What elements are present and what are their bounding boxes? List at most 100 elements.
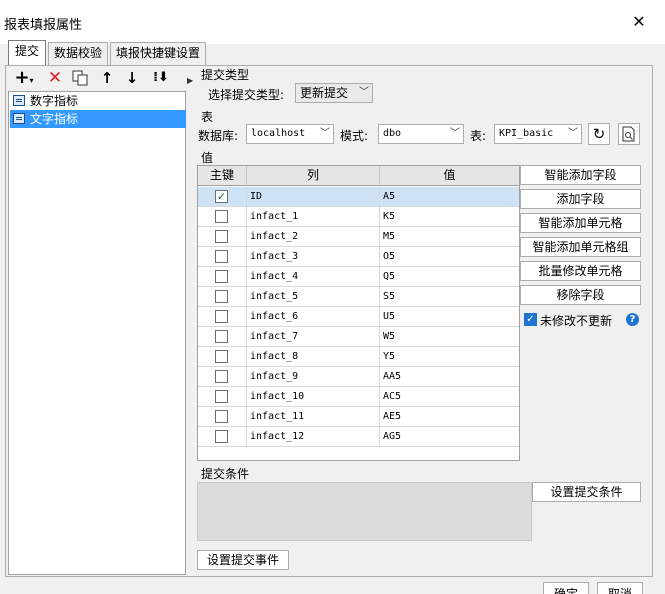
column-name-cell[interactable]: infact_10 xyxy=(247,387,380,406)
table-row[interactable]: infact_5 S5 xyxy=(198,287,519,307)
primary-key-checkbox[interactable] xyxy=(215,350,228,363)
primary-key-checkbox[interactable] xyxy=(215,410,228,423)
table-row[interactable]: ✓ ID A5 xyxy=(198,187,519,207)
collapse-arrow-icon[interactable]: ▶ xyxy=(187,76,193,85)
table-label: 表: xyxy=(470,129,487,143)
primary-key-checkbox[interactable] xyxy=(215,370,228,383)
smart-add-field-button[interactable]: 智能添加字段 xyxy=(520,165,641,185)
value-cell[interactable]: Q5 xyxy=(380,267,519,286)
primary-key-checkbox[interactable] xyxy=(215,330,228,343)
column-name-cell[interactable]: infact_2 xyxy=(247,227,380,246)
primary-key-cell xyxy=(198,247,247,266)
remove-field-button[interactable]: 移除字段 xyxy=(520,285,641,305)
primary-key-checkbox[interactable] xyxy=(215,290,228,303)
value-cell[interactable]: AE5 xyxy=(380,407,519,426)
tree-item-label: 数字指标 xyxy=(30,94,79,108)
table-section-label: 表 xyxy=(201,110,214,124)
chevron-down-icon: ﹀ xyxy=(568,128,578,139)
column-name-cell[interactable]: infact_6 xyxy=(247,307,380,326)
chevron-down-icon: ﹀ xyxy=(359,87,369,98)
tree-item-number-indicator[interactable]: 数字指标 xyxy=(10,92,186,110)
column-name-cell[interactable]: infact_7 xyxy=(247,327,380,346)
table-row[interactable]: infact_10 AC5 xyxy=(198,387,519,407)
value-cell[interactable]: AC5 xyxy=(380,387,519,406)
primary-key-cell xyxy=(198,267,247,286)
add-icon[interactable]: +▾ xyxy=(11,68,37,88)
primary-key-checkbox[interactable] xyxy=(215,430,228,443)
smart-add-cell-group-button[interactable]: 智能添加单元格组 xyxy=(520,237,641,257)
table-row[interactable]: infact_8 Y5 xyxy=(198,347,519,367)
table-row[interactable]: infact_9 AA5 xyxy=(198,367,519,387)
pane-splitter[interactable] xyxy=(189,68,193,575)
schema-select[interactable]: dbo ﹀ xyxy=(378,124,464,144)
tab-data-validation[interactable]: 数据校验 xyxy=(48,42,108,65)
no-update-checkbox[interactable]: ✓ xyxy=(524,313,537,326)
table-row[interactable]: infact_6 U5 xyxy=(198,307,519,327)
value-cell[interactable]: A5 xyxy=(380,187,519,206)
primary-key-checkbox[interactable] xyxy=(215,210,228,223)
ok-button[interactable]: 确定 xyxy=(543,582,589,594)
value-cell[interactable]: W5 xyxy=(380,327,519,346)
move-up-icon[interactable]: ↑ xyxy=(98,68,116,88)
value-section-label: 值 xyxy=(201,151,214,165)
value-cell[interactable]: Y5 xyxy=(380,347,519,366)
copy-icon[interactable] xyxy=(71,68,89,88)
condition-section-label: 提交条件 xyxy=(201,467,250,481)
table-select[interactable]: KPI_basic ﹀ xyxy=(494,124,582,144)
value-cell[interactable]: K5 xyxy=(380,207,519,226)
sort-icon[interactable]: ⁞⬇ xyxy=(150,68,172,88)
database-label: 数据库: xyxy=(198,129,239,143)
value-cell[interactable]: U5 xyxy=(380,307,519,326)
refresh-icon[interactable]: ↻ xyxy=(588,123,610,145)
value-cell[interactable]: M5 xyxy=(380,227,519,246)
column-name-cell[interactable]: ID xyxy=(247,187,380,206)
primary-key-checkbox[interactable] xyxy=(215,250,228,263)
value-cell[interactable]: AG5 xyxy=(380,427,519,446)
table-row[interactable]: infact_12 AG5 xyxy=(198,427,519,447)
smart-add-cell-button[interactable]: 智能添加单元格 xyxy=(520,213,641,233)
tab-shortcut-settings[interactable]: 填报快捷键设置 xyxy=(110,42,206,65)
field-mapping-table: 主键 列 值 ✓ ID A5 infact_1 K5 infact_2 M5 infact_3… xyxy=(197,165,520,461)
column-name-cell[interactable]: infact_1 xyxy=(247,207,380,226)
column-name-cell[interactable]: infact_12 xyxy=(247,427,380,446)
header-column: 列 xyxy=(247,166,380,186)
set-condition-button[interactable]: 设置提交条件 xyxy=(532,482,641,502)
tree-item-text-indicator[interactable]: 文字指标 xyxy=(10,110,186,128)
value-cell[interactable]: O5 xyxy=(380,247,519,266)
add-field-button[interactable]: 添加字段 xyxy=(520,189,641,209)
primary-key-cell xyxy=(198,327,247,346)
column-name-cell[interactable]: infact_3 xyxy=(247,247,380,266)
submit-type-label: 选择提交类型: xyxy=(208,88,285,102)
table-row[interactable]: infact_4 Q5 xyxy=(198,267,519,287)
table-row[interactable]: infact_7 W5 xyxy=(198,327,519,347)
table-row[interactable]: infact_2 M5 xyxy=(198,227,519,247)
primary-key-checkbox[interactable] xyxy=(215,270,228,283)
table-row[interactable]: infact_1 K5 xyxy=(198,207,519,227)
move-down-icon[interactable]: ↓ xyxy=(123,68,141,88)
primary-key-checkbox[interactable] xyxy=(215,390,228,403)
primary-key-checkbox[interactable] xyxy=(215,230,228,243)
value-cell[interactable]: AA5 xyxy=(380,367,519,386)
submit-type-select[interactable]: 更新提交 ﹀ xyxy=(295,83,373,103)
table-row[interactable]: infact_11 AE5 xyxy=(198,407,519,427)
value-cell[interactable]: S5 xyxy=(380,287,519,306)
close-icon[interactable]: ✕ xyxy=(630,13,648,31)
preview-icon[interactable] xyxy=(618,123,640,145)
table-row[interactable]: infact_3 O5 xyxy=(198,247,519,267)
column-name-cell[interactable]: infact_9 xyxy=(247,367,380,386)
column-name-cell[interactable]: infact_4 xyxy=(247,267,380,286)
primary-key-checkbox[interactable]: ✓ xyxy=(215,190,228,203)
primary-key-checkbox[interactable] xyxy=(215,310,228,323)
column-name-cell[interactable]: infact_5 xyxy=(247,287,380,306)
column-name-cell[interactable]: infact_11 xyxy=(247,407,380,426)
database-select[interactable]: localhost ﹀ xyxy=(246,124,334,144)
tab-submit[interactable]: 提交 xyxy=(8,40,46,66)
window-title: 报表填报属性 xyxy=(4,18,83,33)
condition-display-area xyxy=(197,482,532,541)
set-submit-event-button[interactable]: 设置提交事件 xyxy=(197,550,289,570)
help-icon[interactable]: ? xyxy=(626,313,639,326)
batch-modify-cell-button[interactable]: 批量修改单元格 xyxy=(520,261,641,281)
column-name-cell[interactable]: infact_8 xyxy=(247,347,380,366)
delete-icon[interactable]: ✕ xyxy=(46,68,64,88)
cancel-button[interactable]: 取消 xyxy=(597,582,643,594)
